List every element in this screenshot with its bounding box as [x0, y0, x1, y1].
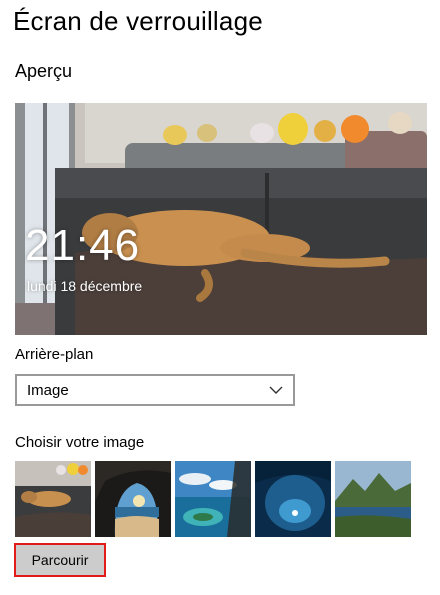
- background-dropdown-value: Image: [27, 381, 69, 399]
- chevron-down-icon: [269, 383, 283, 397]
- preview-image: [15, 103, 427, 335]
- thumbnail-mountain-lake[interactable]: [335, 461, 411, 537]
- lock-screen-time: 21:46: [25, 221, 141, 270]
- preview-section-title: Aperçu: [15, 61, 73, 81]
- background-dropdown[interactable]: Image: [15, 374, 295, 406]
- background-label: Arrière-plan: [15, 346, 94, 363]
- lock-screen-date: lundi 18 décembre: [27, 278, 143, 294]
- thumbnail-tropical-island[interactable]: [175, 461, 251, 537]
- page-title: Écran de verrouillage: [13, 6, 263, 36]
- lock-screen-preview: 21:46 lundi 18 décembre: [15, 103, 427, 335]
- image-thumbnail-list: [15, 461, 411, 537]
- thumbnail-beach-cave[interactable]: [95, 461, 171, 537]
- thumbnail-ice-cave[interactable]: [255, 461, 331, 537]
- thumbnail-dog-sofa[interactable]: [15, 461, 91, 537]
- choose-image-label: Choisir votre image: [15, 434, 145, 451]
- browse-button[interactable]: Parcourir: [14, 543, 106, 577]
